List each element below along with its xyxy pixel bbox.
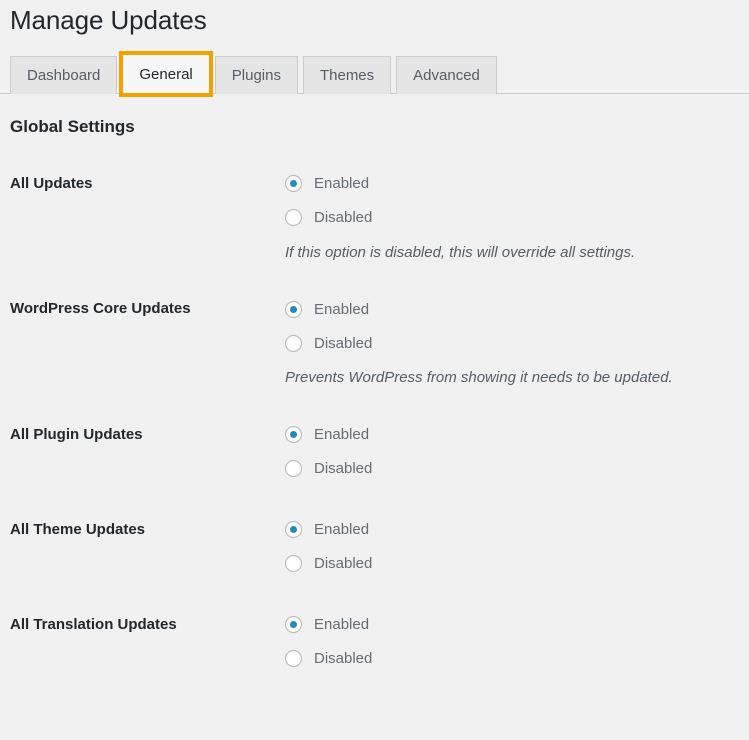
radio-option-all-updates-enabled[interactable]: Enabled xyxy=(285,170,749,198)
radio-label: Disabled xyxy=(314,460,373,478)
tab-bar: Dashboard General Plugins Themes Advanced xyxy=(0,50,749,97)
radio-button-disabled[interactable] xyxy=(285,460,302,478)
radio-option-all-translation-updates-disabled[interactable]: Disabled xyxy=(285,645,749,673)
section-heading-global-settings: Global Settings xyxy=(10,116,135,136)
setting-description-wordpress-core-updates: Prevents WordPress from showing it needs… xyxy=(285,369,673,387)
manage-updates-page: Manage Updates Dashboard General Plugins Th… xyxy=(0,0,749,740)
radio-label: Disabled xyxy=(314,555,373,573)
setting-row-all-translation-updates: All Translation Updates Enabled Disabled xyxy=(10,611,749,673)
radio-option-all-theme-updates-disabled[interactable]: Disabled xyxy=(285,550,749,578)
radio-label: Disabled xyxy=(314,334,373,352)
radio-button-enabled-selected[interactable] xyxy=(285,300,302,318)
radio-option-all-plugin-updates-enabled[interactable]: Enabled xyxy=(285,421,749,449)
tab-themes[interactable]: Themes xyxy=(302,55,392,94)
radio-option-all-plugin-updates-disabled[interactable]: Disabled xyxy=(285,455,749,483)
setting-row-wordpress-core-updates: WordPress Core Updates Enabled Disabled Pre… xyxy=(10,295,749,388)
tab-dashboard[interactable]: Dashboard xyxy=(10,55,118,94)
setting-field-all-translation-updates: Enabled Disabled xyxy=(285,611,749,673)
radio-button-disabled[interactable] xyxy=(285,334,302,352)
radio-button-enabled-selected[interactable] xyxy=(285,426,302,444)
radio-option-wordpress-core-updates-disabled[interactable]: Disabled xyxy=(285,329,749,357)
radio-label: Disabled xyxy=(314,209,373,227)
tab-label: Advanced xyxy=(413,66,480,84)
radio-button-enabled-selected[interactable] xyxy=(285,175,302,193)
tab-label: Dashboard xyxy=(27,66,101,84)
radio-option-all-updates-disabled[interactable]: Disabled xyxy=(285,204,749,232)
radio-button-disabled[interactable] xyxy=(285,650,302,668)
setting-description-all-updates: If this option is disabled, this will ov… xyxy=(285,243,636,261)
radio-label: Enabled xyxy=(314,300,370,318)
setting-field-all-plugin-updates: Enabled Disabled xyxy=(285,421,749,483)
setting-field-wordpress-core-updates: Enabled Disabled Prevents WordPress from s… xyxy=(285,295,749,388)
tab-label: Themes xyxy=(319,66,375,84)
tab-general[interactable]: General xyxy=(119,50,213,97)
setting-label-all-updates: All Updates xyxy=(10,174,93,192)
setting-field-all-theme-updates: Enabled Disabled xyxy=(285,516,749,578)
setting-label-wordpress-core-updates: WordPress Core Updates xyxy=(10,300,191,318)
setting-row-all-updates: All Updates Enabled Disabled If this option… xyxy=(10,170,749,263)
setting-row-all-theme-updates: All Theme Updates Enabled Disabled xyxy=(10,516,749,578)
radio-button-disabled[interactable] xyxy=(285,209,302,227)
setting-label-all-plugin-updates: All Plugin Updates xyxy=(10,425,143,443)
radio-button-enabled-selected[interactable] xyxy=(285,616,302,634)
tab-plugins[interactable]: Plugins xyxy=(214,55,298,94)
radio-label: Enabled xyxy=(314,521,370,539)
radio-button-disabled[interactable] xyxy=(285,555,302,573)
radio-option-all-translation-updates-enabled[interactable]: Enabled xyxy=(285,611,749,639)
radio-label: Enabled xyxy=(314,175,370,193)
radio-option-wordpress-core-updates-enabled[interactable]: Enabled xyxy=(285,295,749,323)
radio-label: Enabled xyxy=(314,426,370,444)
setting-row-all-plugin-updates: All Plugin Updates Enabled Disabled xyxy=(10,421,749,483)
settings-list: All Updates Enabled Disabled If this option… xyxy=(10,170,749,673)
tab-list: Dashboard General Plugins Themes Advanced xyxy=(10,50,749,97)
setting-label-all-theme-updates: All Theme Updates xyxy=(10,520,146,538)
setting-field-all-updates: Enabled Disabled If this option is disable… xyxy=(285,170,749,263)
tab-label: Plugins xyxy=(231,66,281,84)
tab-label: General xyxy=(139,65,193,83)
setting-label-all-translation-updates: All Translation Updates xyxy=(10,615,177,633)
radio-option-all-theme-updates-enabled[interactable]: Enabled xyxy=(285,516,749,544)
radio-label: Disabled xyxy=(314,650,373,668)
page-title: Manage Updates xyxy=(10,5,207,35)
tab-advanced[interactable]: Advanced xyxy=(396,55,497,94)
radio-button-enabled-selected[interactable] xyxy=(285,521,302,539)
radio-label: Enabled xyxy=(314,616,370,634)
